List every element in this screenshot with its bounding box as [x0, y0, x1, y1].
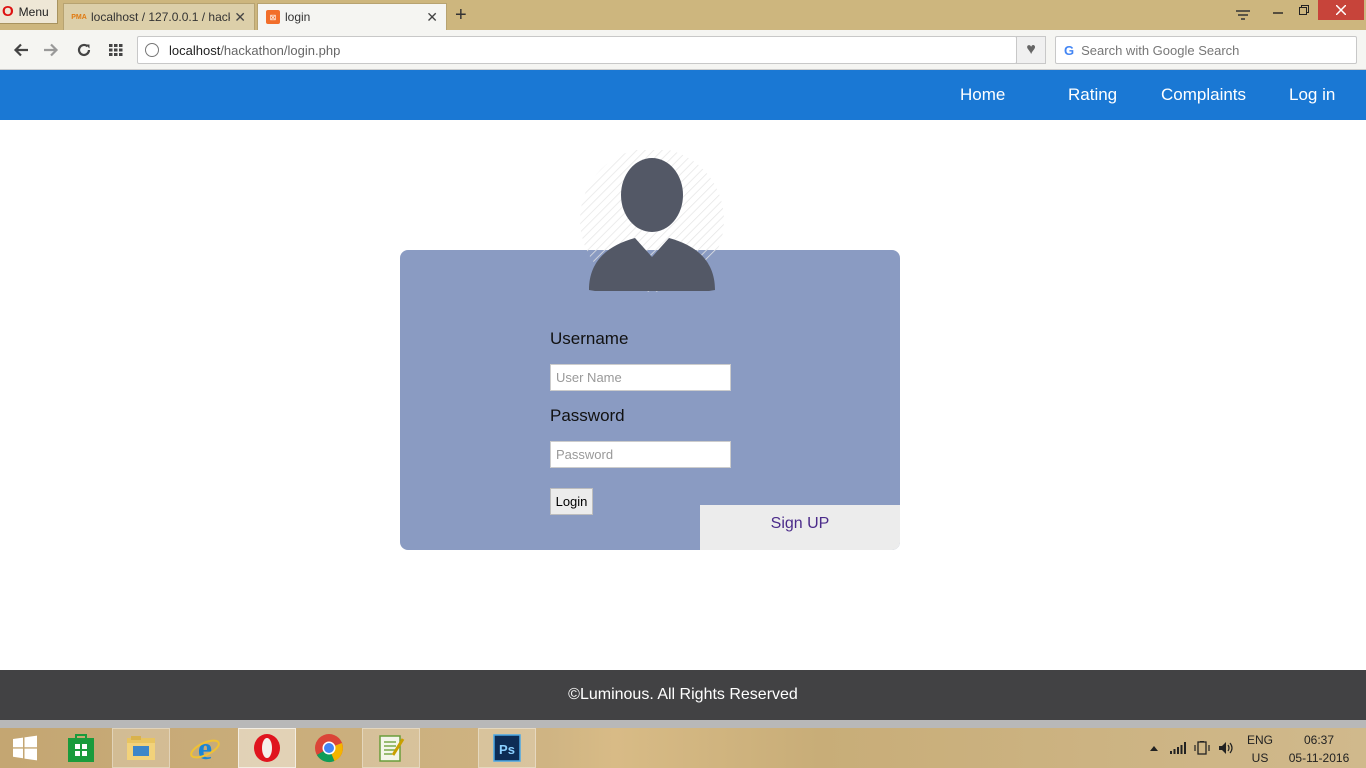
username-label: Username — [550, 329, 629, 348]
tab-title: login — [285, 10, 311, 24]
browser-tab-strip: O Menu PMA localhost / 127.0.0.1 / hack … — [0, 0, 1366, 30]
url-path: /hackathon/login.php — [220, 42, 341, 58]
clock-date[interactable]: 05-11-2016 — [1284, 751, 1354, 765]
restore-button[interactable] — [1292, 0, 1316, 20]
url-bar[interactable]: localhost/hackathon/login.php — [137, 36, 1017, 64]
nav-login-link[interactable]: Log in — [1289, 85, 1335, 105]
back-arrow-icon[interactable] — [10, 39, 32, 61]
battery-icon[interactable] — [1194, 728, 1212, 768]
search-box[interactable]: G — [1055, 36, 1357, 64]
language-indicator[interactable]: ENG — [1244, 733, 1276, 747]
photoshop-icon[interactable]: Ps — [478, 728, 536, 768]
bookmark-heart-icon[interactable]: ♥ — [1016, 36, 1046, 64]
clock-time[interactable]: 06:37 — [1284, 733, 1354, 747]
tab-menu-icon[interactable] — [1232, 5, 1254, 25]
password-input[interactable] — [550, 441, 731, 468]
nav-rating-link[interactable]: Rating — [1068, 85, 1117, 105]
address-toolbar: localhost/hackathon/login.php ♥ G — [0, 30, 1366, 70]
site-navbar: Home Rating Complaints Log in — [0, 70, 1366, 120]
file-explorer-icon[interactable] — [112, 728, 170, 768]
opera-taskbar-icon[interactable] — [238, 728, 296, 768]
tab-login[interactable]: ⊠ login ✕ — [257, 3, 447, 30]
tab-close-icon[interactable]: ✕ — [234, 9, 246, 26]
xampp-favicon-icon: ⊠ — [266, 10, 280, 24]
tab-phpmyadmin[interactable]: PMA localhost / 127.0.0.1 / hack ✕ — [63, 3, 255, 30]
nav-home-link[interactable]: Home — [960, 85, 1005, 105]
site-info-icon[interactable] — [145, 43, 159, 57]
signup-link[interactable]: Sign UP — [700, 505, 900, 550]
svg-text:e: e — [198, 732, 212, 764]
password-label: Password — [550, 406, 625, 425]
svg-text:Ps: Ps — [499, 742, 515, 757]
network-signal-icon[interactable] — [1170, 728, 1188, 768]
username-input[interactable] — [550, 364, 731, 391]
google-icon: G — [1064, 42, 1075, 58]
new-tab-button[interactable]: + — [455, 4, 467, 27]
internet-explorer-icon[interactable]: e — [176, 728, 234, 768]
forward-arrow-icon[interactable] — [40, 39, 62, 61]
user-avatar-icon — [577, 148, 727, 300]
keyboard-layout-indicator[interactable]: US — [1244, 751, 1276, 765]
phpmyadmin-favicon-icon: PMA — [71, 13, 87, 21]
show-hidden-icons-chevron-icon[interactable] — [1150, 728, 1160, 768]
opera-logo-icon: O — [2, 3, 14, 20]
page-footer: ©Luminous. All Rights Reserved — [0, 670, 1366, 720]
notepad-plus-plus-icon[interactable] — [362, 728, 420, 768]
chrome-icon[interactable] — [300, 728, 358, 768]
tab-title: localhost / 127.0.0.1 / hack — [91, 10, 231, 24]
menu-label: Menu — [18, 4, 49, 19]
volume-icon[interactable] — [1218, 728, 1236, 768]
close-window-button[interactable] — [1318, 0, 1364, 20]
page-bottom-bar — [0, 720, 1366, 728]
reload-icon[interactable] — [73, 39, 95, 61]
windows-start-icon[interactable] — [0, 728, 50, 768]
search-input[interactable] — [1081, 42, 1332, 58]
tab-close-icon[interactable]: ✕ — [426, 9, 438, 26]
minimize-button[interactable] — [1266, 0, 1290, 20]
nav-complaints-link[interactable]: Complaints — [1161, 85, 1246, 105]
windows-taskbar: e Ps ENG US 06:37 05-11-2016 — [0, 728, 1366, 768]
login-button[interactable]: Login — [550, 488, 593, 515]
opera-menu-button[interactable]: O Menu — [0, 0, 58, 24]
speed-dial-grid-icon[interactable] — [105, 39, 127, 61]
url-host: localhost — [169, 42, 221, 58]
store-icon[interactable] — [52, 728, 110, 768]
footer-copyright: ©Luminous. All Rights Reserved — [568, 686, 798, 703]
